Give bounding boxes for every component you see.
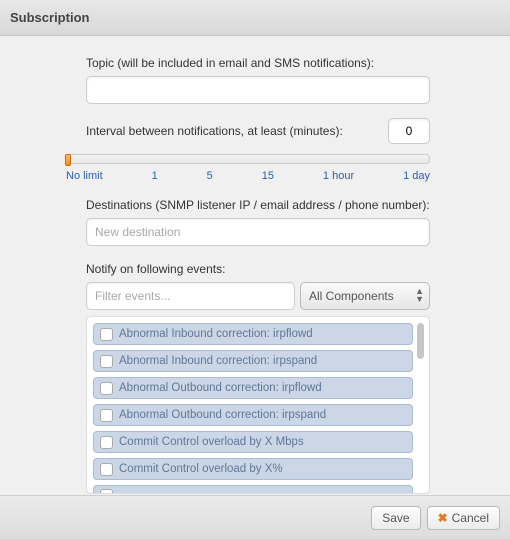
tick-1day: 1 day [403, 170, 430, 182]
event-label: Abnormal Outbound correction: irpflowd [119, 382, 322, 394]
event-checkbox[interactable] [100, 355, 113, 368]
event-item[interactable]: Abnormal Outbound correction: irpflowd [93, 377, 413, 399]
cancel-button[interactable]: ✖ Cancel [427, 506, 500, 530]
tick-1: 1 [152, 170, 158, 182]
event-item[interactable] [93, 485, 413, 493]
event-label: Commit Control overload by X Mbps [119, 436, 304, 448]
destinations-label: Destinations (SNMP listener IP / email a… [86, 198, 430, 212]
event-item[interactable]: Abnormal Inbound correction: irpspand [93, 350, 413, 372]
close-icon: ✖ [438, 512, 448, 524]
topic-label: Topic (will be included in email and SMS… [86, 56, 430, 70]
save-button-label: Save [382, 511, 409, 525]
events-label: Notify on following events: [86, 262, 430, 276]
event-label: Abnormal Inbound correction: irpspand [119, 355, 317, 367]
scrollbar-thumb[interactable] [417, 323, 424, 359]
destinations-input[interactable] [86, 218, 430, 246]
event-label: Abnormal Outbound correction: irpspand [119, 409, 326, 421]
dialog-footer: Save ✖ Cancel [0, 495, 510, 539]
cancel-button-label: Cancel [452, 511, 489, 525]
components-select[interactable]: All Components [300, 282, 430, 310]
save-button[interactable]: Save [371, 506, 420, 530]
window-titlebar: Subscription [0, 0, 510, 36]
events-list: Abnormal Inbound correction: irpflowd Ab… [86, 316, 430, 494]
interval-slider[interactable] [66, 154, 430, 164]
interval-input[interactable] [388, 118, 430, 144]
event-item[interactable]: Commit Control overload by X Mbps [93, 431, 413, 453]
topic-input[interactable] [86, 76, 430, 104]
tick-1hour: 1 hour [323, 170, 354, 182]
interval-slider-handle[interactable] [65, 154, 71, 166]
interval-slider-ticks: No limit 1 5 15 1 hour 1 day [66, 170, 430, 182]
dialog-body: Topic (will be included in email and SMS… [0, 36, 510, 495]
event-item[interactable]: Abnormal Inbound correction: irpflowd [93, 323, 413, 345]
event-checkbox[interactable] [100, 436, 113, 449]
tick-15: 15 [262, 170, 274, 182]
event-label: Commit Control overload by X% [119, 463, 283, 475]
interval-label: Interval between notifications, at least… [86, 124, 343, 138]
tick-no-limit: No limit [66, 170, 103, 182]
event-label: Abnormal Inbound correction: irpflowd [119, 328, 313, 340]
event-checkbox[interactable] [100, 463, 113, 476]
event-item[interactable]: Commit Control overload by X% [93, 458, 413, 480]
events-filter-input[interactable] [86, 282, 295, 310]
event-checkbox[interactable] [100, 328, 113, 341]
event-checkbox[interactable] [100, 382, 113, 395]
event-checkbox[interactable] [100, 409, 113, 422]
window-title: Subscription [10, 10, 89, 25]
event-checkbox[interactable] [100, 489, 113, 493]
event-item[interactable]: Abnormal Outbound correction: irpspand [93, 404, 413, 426]
tick-5: 5 [207, 170, 213, 182]
events-scrollbar[interactable] [417, 323, 425, 493]
